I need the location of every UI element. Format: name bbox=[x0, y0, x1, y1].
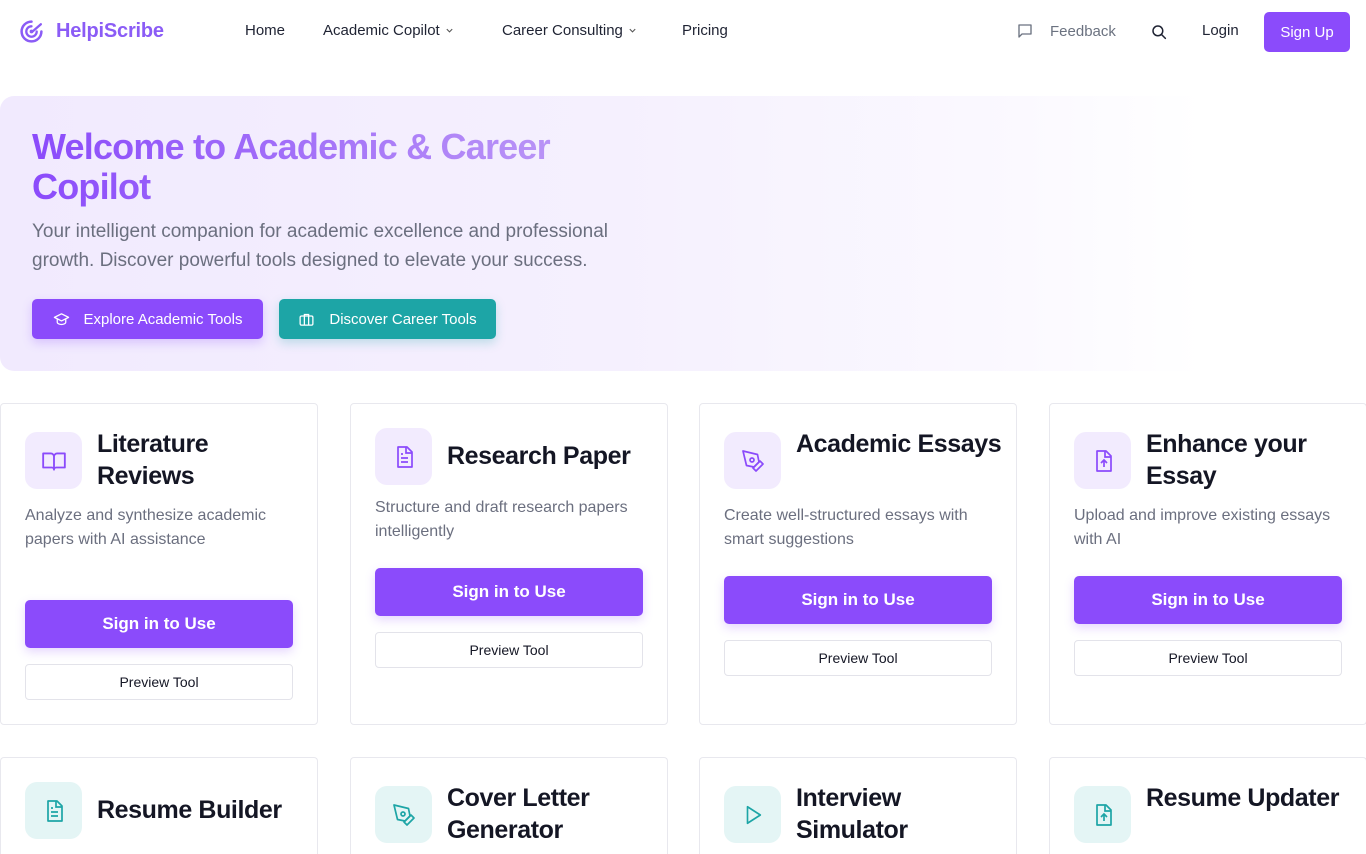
card-icon-box bbox=[25, 782, 82, 839]
card-title: Interview Simulator bbox=[796, 784, 908, 844]
top-navbar: HelpiScribe Home Academic Copilot Career… bbox=[0, 0, 1366, 64]
preview-tool-button[interactable]: Preview Tool bbox=[724, 640, 992, 676]
card-title: Enhance your Essay bbox=[1146, 430, 1307, 490]
card-title: Academic Essays bbox=[796, 430, 1002, 458]
card-icon-box bbox=[375, 786, 432, 843]
preview-tool-button[interactable]: Preview Tool bbox=[25, 664, 293, 700]
search-icon[interactable] bbox=[1150, 23, 1168, 41]
sign-in-to-use-button[interactable]: Sign in to Use bbox=[375, 568, 643, 616]
document-icon bbox=[46, 799, 63, 822]
explore-academic-tools-label: Explore Academic Tools bbox=[83, 310, 243, 328]
chevron-down-icon bbox=[446, 28, 453, 33]
card-description: Create well-structured essays with smart… bbox=[724, 507, 968, 548]
card-icon-box bbox=[1074, 786, 1131, 843]
card-description: Structure and draft research papers inte… bbox=[375, 499, 628, 540]
card-icon-box bbox=[724, 432, 781, 489]
card-title: Resume Builder bbox=[97, 796, 282, 824]
tool-card-resume-builder: Resume Builder bbox=[0, 757, 318, 854]
explore-academic-tools-button[interactable]: Explore Academic Tools bbox=[32, 299, 263, 339]
briefcase-icon bbox=[299, 313, 314, 326]
brand-name: HelpiScribe bbox=[56, 20, 164, 42]
nav-home-label: Home bbox=[245, 22, 286, 39]
card-icon-box bbox=[375, 428, 432, 485]
sign-in-to-use-button[interactable]: Sign in to Use bbox=[724, 576, 992, 624]
tool-card-enhance-essay: Enhance your Essay Upload and improve ex… bbox=[1049, 403, 1366, 725]
chevron-down-icon bbox=[629, 28, 636, 33]
nav-academic-copilot-label: Academic Copilot bbox=[323, 22, 440, 39]
sign-in-to-use-button[interactable]: Sign in to Use bbox=[25, 600, 293, 648]
card-icon-box bbox=[25, 432, 82, 489]
brand-logo[interactable]: HelpiScribe bbox=[19, 19, 164, 44]
graduation-cap-icon bbox=[53, 312, 69, 325]
nav-career-consulting-label: Career Consulting bbox=[502, 22, 623, 39]
card-title: Cover Letter Generator bbox=[447, 784, 590, 844]
nav-pricing-label: Pricing bbox=[682, 22, 728, 39]
card-title: Literature Reviews bbox=[97, 430, 209, 490]
signup-button[interactable]: Sign Up bbox=[1264, 12, 1350, 52]
feedback-label: Feedback bbox=[1050, 22, 1116, 40]
tool-card-resume-updater: Resume Updater bbox=[1049, 757, 1366, 854]
logo-icon bbox=[20, 20, 43, 43]
hero-subtitle: Your intelligent companion for academic … bbox=[32, 221, 608, 271]
hero-title: Welcome to Academic & Career Copilot bbox=[32, 127, 672, 207]
nav-academic-copilot[interactable]: Academic Copilot bbox=[323, 22, 454, 39]
preview-tool-button[interactable]: Preview Tool bbox=[375, 632, 643, 668]
document-icon bbox=[396, 445, 413, 468]
nav-pricing[interactable]: Pricing bbox=[682, 22, 728, 39]
nav-home[interactable]: Home bbox=[245, 22, 285, 39]
preview-tool-button[interactable]: Preview Tool bbox=[1074, 640, 1342, 676]
book-open-icon bbox=[41, 451, 66, 471]
card-description: Upload and improve existing essays with … bbox=[1074, 507, 1331, 548]
feedback-button[interactable]: Feedback bbox=[1016, 22, 1116, 40]
nav-career-consulting[interactable]: Career Consulting bbox=[502, 22, 637, 39]
tool-card-literature-reviews: Literature Reviews Analyze and synthesiz… bbox=[0, 403, 318, 725]
discover-career-tools-label: Discover Career Tools bbox=[329, 310, 477, 328]
card-title: Research Paper bbox=[447, 442, 631, 470]
tool-card-research-paper: Research Paper Structure and draft resea… bbox=[350, 403, 668, 725]
card-description: Analyze and synthesize academic papers w… bbox=[25, 507, 267, 548]
tool-card-interview-simulator: Interview Simulator bbox=[699, 757, 1017, 854]
message-icon bbox=[1018, 24, 1032, 38]
pen-tool-icon bbox=[392, 803, 415, 826]
tool-card-academic-essays: Academic Essays Create well-structured e… bbox=[699, 403, 1017, 725]
card-title: Resume Updater bbox=[1146, 784, 1340, 812]
discover-career-tools-button[interactable]: Discover Career Tools bbox=[279, 299, 496, 339]
file-upload-icon bbox=[1095, 449, 1112, 472]
pen-tool-icon bbox=[741, 449, 764, 472]
tool-card-cover-letter: Cover Letter Generator bbox=[350, 757, 668, 854]
card-icon-box bbox=[1074, 432, 1131, 489]
login-link[interactable]: Login bbox=[1202, 22, 1239, 39]
card-icon-box bbox=[724, 786, 781, 843]
play-icon bbox=[746, 805, 761, 824]
file-upload-icon bbox=[1095, 803, 1112, 826]
sign-in-to-use-button[interactable]: Sign in to Use bbox=[1074, 576, 1342, 624]
